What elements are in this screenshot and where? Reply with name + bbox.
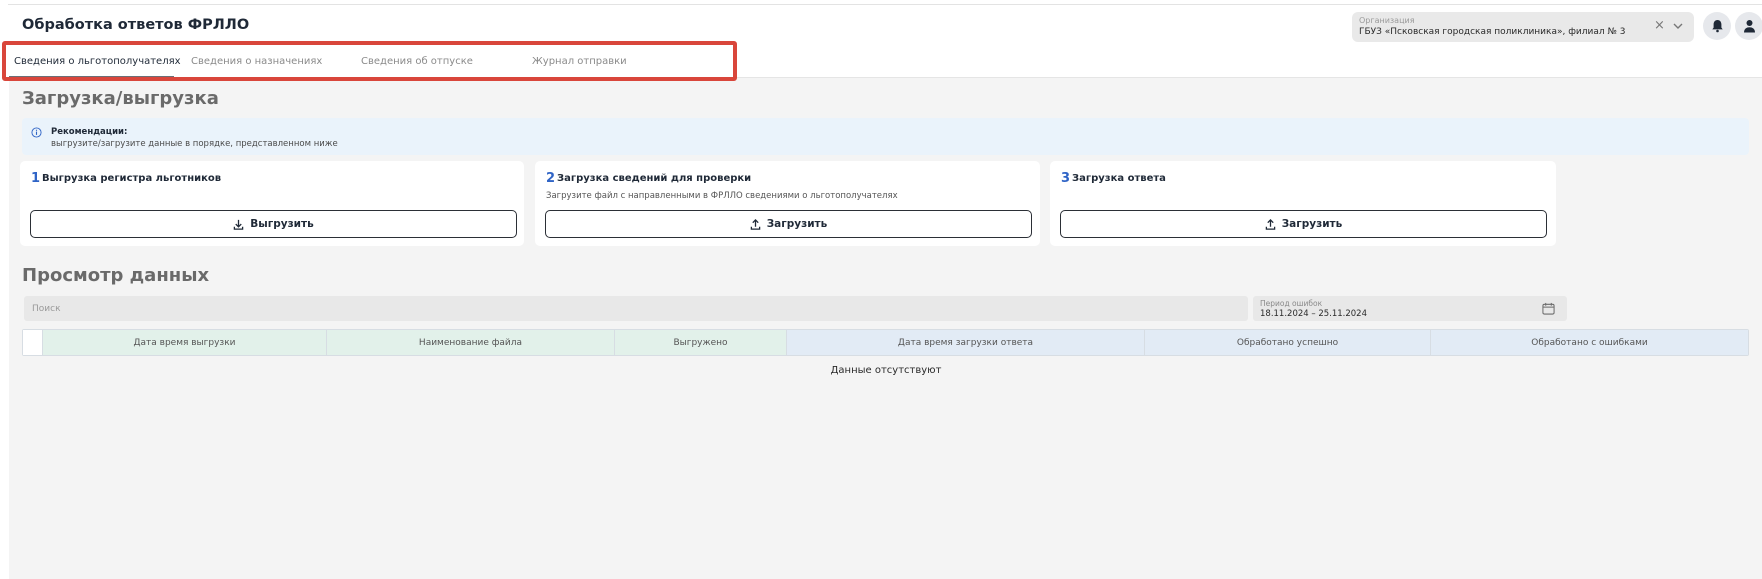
export-button[interactable]: Выгрузить — [30, 210, 517, 238]
search-input[interactable]: Поиск — [24, 296, 1248, 321]
step-number: 2 — [546, 171, 556, 186]
upload-check-button[interactable]: Загрузить — [545, 210, 1032, 238]
upload-response-button[interactable]: Загрузить — [1060, 210, 1547, 238]
info-icon — [31, 127, 42, 138]
upload-icon — [750, 218, 760, 230]
organization-select[interactable]: Организация ГБУЗ «Псковская городская по… — [1352, 12, 1694, 42]
search-placeholder: Поиск — [32, 304, 61, 314]
upload-response-button-label: Загрузить — [1281, 218, 1343, 230]
upload-icon — [1265, 218, 1275, 230]
organization-label: Организация — [1359, 16, 1415, 25]
upload-section-title: Загрузка/выгрузка — [22, 88, 219, 109]
select-column — [23, 330, 42, 355]
tabs-highlight-box — [2, 41, 737, 81]
recommendation-text: выгрузите/загрузите данные в порядке, пр… — [51, 139, 338, 149]
recommendation-title: Рекомендации: — [51, 127, 128, 137]
user-icon — [1743, 20, 1755, 33]
column-header[interactable]: Наименование файла — [326, 330, 614, 355]
upload-check-button-label: Загрузить — [766, 218, 828, 230]
organization-value: ГБУЗ «Псковская городская поликлиника», … — [1359, 27, 1626, 37]
column-header[interactable]: Дата время загрузки ответа — [786, 330, 1144, 355]
card-upload-response: 3 Загрузка ответа Загрузить — [1050, 161, 1556, 246]
card-upload-check-data: 2 Загрузка сведений для проверки Загрузи… — [535, 161, 1040, 246]
card-title: Загрузка сведений для проверки — [557, 173, 752, 184]
left-gutter — [0, 0, 9, 579]
step-number: 1 — [31, 171, 41, 186]
download-icon — [233, 219, 244, 230]
empty-state-text: Данные отсутствуют — [830, 365, 942, 376]
column-header[interactable]: Обработано успешно — [1144, 330, 1430, 355]
app-root: Обработка ответов ФРЛЛО Организация ГБУЗ… — [0, 0, 1762, 579]
card-title: Выгрузка регистра льготников — [42, 173, 222, 184]
page-title: Обработка ответов ФРЛЛО — [22, 17, 250, 33]
card-description: Загрузите файл с направленными в ФРЛЛО с… — [546, 191, 898, 201]
period-label: Период ошибок — [1260, 299, 1323, 308]
data-section-title: Просмотр данных — [22, 265, 210, 286]
clear-icon[interactable]: × — [1654, 19, 1665, 32]
main-content: Загрузка/выгрузка Рекомендации: выгрузит… — [9, 78, 1762, 579]
period-date-picker[interactable]: Период ошибок 18.11.2024 – 25.11.2024 — [1253, 296, 1567, 321]
period-value: 18.11.2024 – 25.11.2024 — [1260, 309, 1367, 319]
step-number: 3 — [1061, 171, 1071, 186]
column-header[interactable]: Дата время выгрузки — [42, 330, 326, 355]
data-table-header: Дата время выгрузки Наименование файла В… — [22, 329, 1749, 356]
card-export-registry: 1 Выгрузка регистра льготников Выгрузить — [20, 161, 524, 246]
recommendation-banner: Рекомендации: выгрузите/загрузите данные… — [22, 118, 1749, 155]
bell-icon — [1711, 20, 1723, 33]
notifications-button[interactable] — [1703, 12, 1731, 40]
chevron-down-icon[interactable] — [1672, 20, 1684, 32]
export-button-label: Выгрузить — [250, 218, 314, 230]
column-header[interactable]: Обработано с ошибками — [1430, 330, 1748, 355]
card-title: Загрузка ответа — [1072, 173, 1166, 184]
calendar-icon[interactable] — [1542, 302, 1555, 315]
column-header[interactable]: Выгружено — [614, 330, 786, 355]
user-menu-button[interactable] — [1735, 12, 1762, 40]
